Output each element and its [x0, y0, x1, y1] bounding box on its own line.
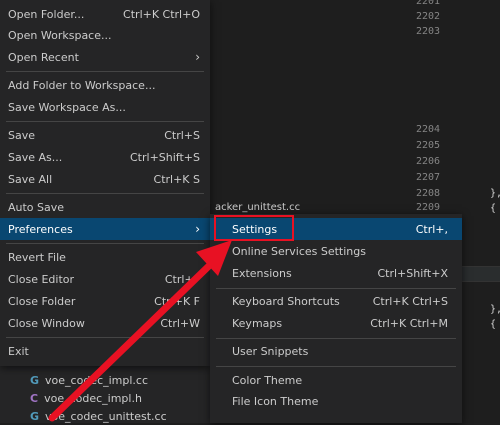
annotation-arrow-icon	[48, 240, 232, 422]
